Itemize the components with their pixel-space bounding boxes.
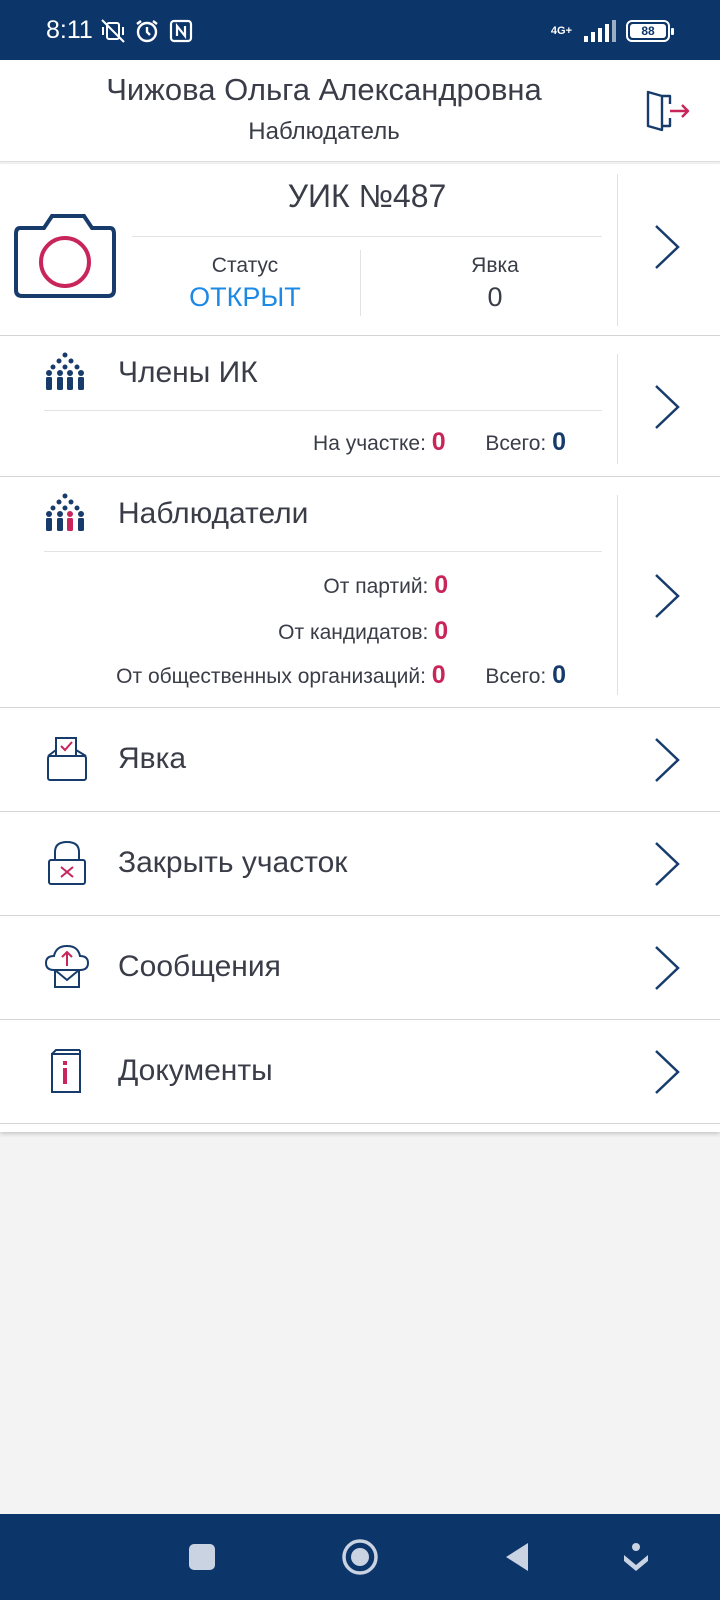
uik-title: УИК №487 bbox=[287, 178, 447, 214]
menu-item-label: Закрыть участок bbox=[118, 846, 348, 879]
divider bbox=[360, 250, 361, 316]
divider bbox=[44, 410, 602, 411]
status-bar: 8:11 4G+ 88 bbox=[0, 0, 720, 60]
members-section[interactable]: Члены ИК На участке: 0 Всего: 0 bbox=[0, 336, 720, 477]
logout-icon[interactable] bbox=[644, 86, 694, 136]
clock: 8:11 bbox=[46, 16, 93, 44]
network-type: 4G+ bbox=[550, 24, 572, 37]
menu-item-messages[interactable]: Сообщения bbox=[0, 916, 720, 1020]
divider bbox=[132, 236, 602, 237]
divider bbox=[617, 354, 618, 464]
alarm-icon bbox=[136, 20, 158, 43]
menu-item-documents[interactable]: Документы bbox=[0, 1020, 720, 1124]
members-on-site-value: 0 bbox=[431, 428, 446, 456]
observers-parties: От партий: 0 bbox=[323, 571, 449, 599]
chevron-right-icon[interactable] bbox=[652, 943, 682, 993]
uik-section[interactable]: УИК №487 Статус ОТКРЫТ Явка 0 bbox=[0, 164, 720, 336]
members-stats: На участке: 0 Всего: 0 bbox=[313, 428, 566, 456]
menu-item-label: Сообщения bbox=[118, 950, 281, 983]
user-role: Наблюдатель bbox=[248, 118, 400, 145]
assistant-icon[interactable] bbox=[614, 1535, 658, 1579]
group-icon bbox=[46, 352, 84, 390]
home-icon[interactable] bbox=[338, 1535, 382, 1579]
menu-item-close-station[interactable]: Закрыть участок bbox=[0, 812, 720, 916]
chevron-right-icon[interactable] bbox=[652, 735, 682, 785]
divider bbox=[44, 551, 602, 552]
turnout-label: Явка bbox=[471, 254, 519, 277]
back-icon[interactable] bbox=[496, 1535, 540, 1579]
recents-icon[interactable] bbox=[180, 1535, 224, 1579]
signal-icon bbox=[584, 20, 616, 42]
members-total-value: 0 bbox=[552, 428, 566, 456]
menu-item-turnout[interactable]: Явка bbox=[0, 708, 720, 812]
app-header: Чижова Ольга Александровна Наблюдатель bbox=[0, 60, 720, 162]
observers-section[interactable]: Наблюдатели От партий: 0 От кандидатов: … bbox=[0, 477, 720, 708]
chevron-right-icon[interactable] bbox=[652, 1047, 682, 1097]
document-info-icon bbox=[51, 1049, 81, 1093]
user-name: Чижова Ольга Александровна bbox=[106, 72, 542, 107]
main-card: УИК №487 Статус ОТКРЫТ Явка 0 Члены ИК Н… bbox=[0, 164, 720, 1132]
chevron-right-icon[interactable] bbox=[652, 839, 682, 889]
system-nav-bar bbox=[0, 1514, 720, 1600]
chevron-right-icon[interactable] bbox=[652, 382, 682, 432]
nfc-icon bbox=[169, 19, 193, 43]
vibrate-off-icon bbox=[101, 19, 125, 43]
lock-icon bbox=[48, 840, 86, 885]
ballot-box-icon bbox=[47, 737, 87, 781]
camera-icon[interactable] bbox=[12, 206, 118, 300]
observers-public: От общественных организаций: 0 Всего: 0 bbox=[116, 661, 566, 689]
chevron-right-icon[interactable] bbox=[652, 222, 682, 272]
observers-total-value: 0 bbox=[552, 661, 566, 689]
menu-item-label: Документы bbox=[118, 1054, 273, 1087]
observers-title: Наблюдатели bbox=[118, 497, 309, 530]
divider bbox=[617, 495, 618, 695]
members-title: Члены ИК bbox=[118, 356, 258, 389]
turnout-value: 0 bbox=[487, 282, 503, 312]
observers-group-icon bbox=[46, 493, 84, 531]
chevron-right-icon[interactable] bbox=[652, 571, 682, 621]
divider bbox=[617, 174, 618, 326]
status-label: Статус bbox=[211, 254, 279, 277]
battery-icon: 88 bbox=[626, 20, 674, 42]
menu-item-label: Явка bbox=[118, 742, 187, 775]
observers-candidates: От кандидатов: 0 bbox=[278, 617, 449, 645]
status-value: ОТКРЫТ bbox=[189, 282, 301, 312]
cloud-mail-icon bbox=[44, 944, 90, 988]
